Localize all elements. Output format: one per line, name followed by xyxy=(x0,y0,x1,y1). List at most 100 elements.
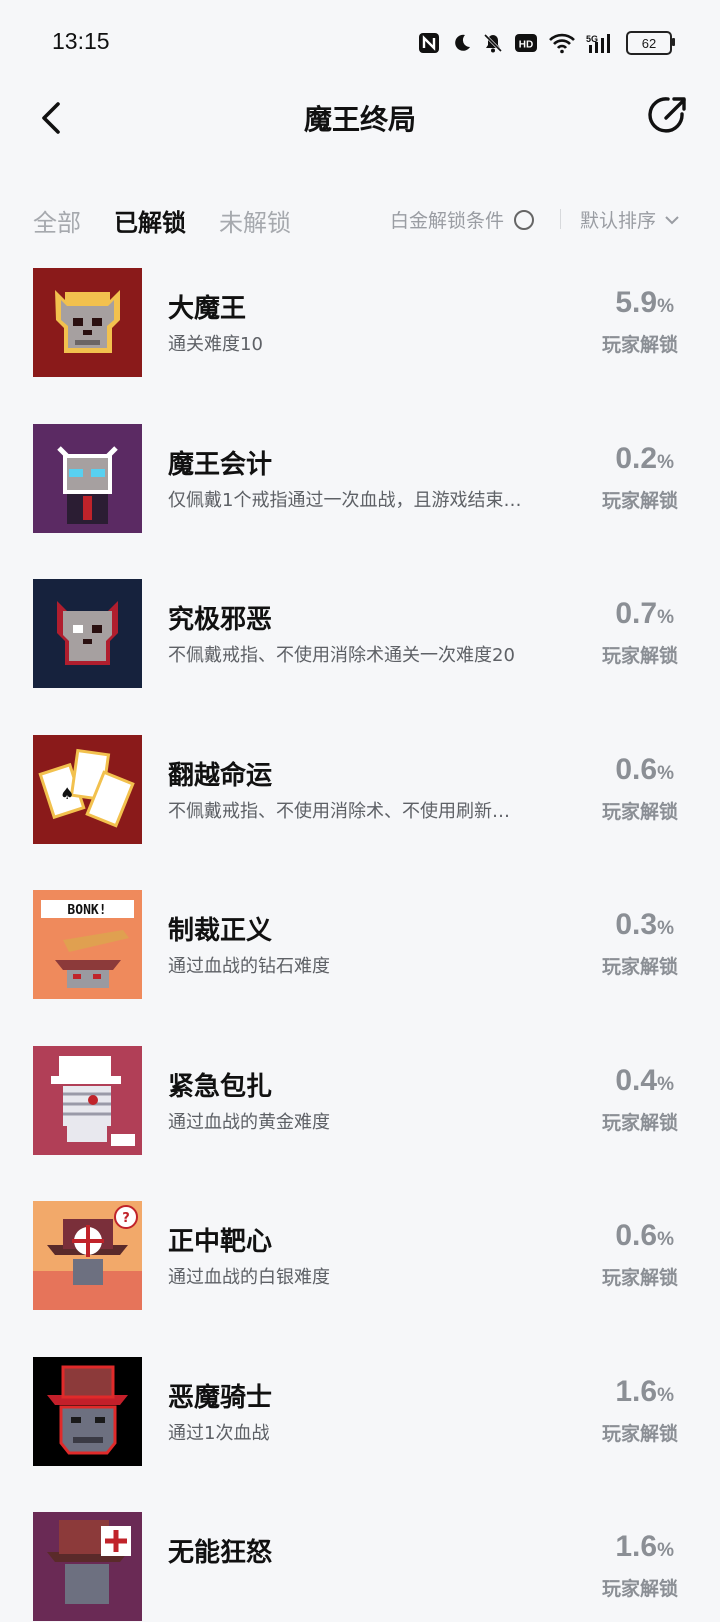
unlock-percent-unit: % xyxy=(657,296,674,317)
unlock-percent-value: 1.6 xyxy=(615,1375,658,1408)
unlock-percent-label: 玩家解锁 xyxy=(601,1423,678,1445)
achievement-row[interactable]: 大魔王 通关难度10 5.9% 玩家解锁 xyxy=(0,268,720,378)
achievement-row[interactable]: BONK! 制裁正义 通过血战的钻石难度 0.3% 玩家解锁 xyxy=(0,890,720,1000)
svg-text:HD: HD xyxy=(519,40,533,51)
achievement-desc: 通关难度10 xyxy=(168,334,263,355)
unlock-percent-unit: % xyxy=(657,452,674,473)
unlock-percent: 0.2% xyxy=(615,442,674,476)
unlock-percent-value: 5.9 xyxy=(615,286,658,319)
svg-text:?: ? xyxy=(122,1211,130,1226)
svg-text:♠: ♠ xyxy=(60,784,74,803)
unlock-percent-value: 0.4 xyxy=(615,1064,658,1097)
achievement-title: 大魔王 xyxy=(168,294,247,324)
unlock-percent: 0.7% xyxy=(615,597,674,631)
unlock-percent-unit: % xyxy=(657,1074,674,1095)
achievement-desc: 不佩戴戒指、不使用消除术通关一次难度20 xyxy=(168,645,515,666)
hd-icon: HD xyxy=(514,32,538,54)
achievement-title: 无能狂怒 xyxy=(168,1538,273,1568)
achievement-badge-icon: ♠ xyxy=(33,735,142,844)
nfc-icon xyxy=(418,32,440,54)
achievement-desc: 通过血战的白银难度 xyxy=(168,1267,330,1288)
unlock-percent-label: 玩家解锁 xyxy=(601,1267,678,1289)
divider xyxy=(560,209,561,229)
platinum-condition-toggle[interactable]: 白金解锁条件 xyxy=(390,206,535,233)
tab-unlocked[interactable]: 已解锁 xyxy=(114,203,186,238)
moon-icon xyxy=(450,32,472,54)
unlock-percent-unit: % xyxy=(657,1385,674,1406)
unlock-percent-label: 玩家解锁 xyxy=(601,956,678,978)
unlock-percent-value: 0.7 xyxy=(615,597,658,630)
achievement-badge-icon xyxy=(33,1357,142,1466)
unlock-percent-value: 0.2 xyxy=(615,442,658,475)
unlock-percent: 0.3% xyxy=(615,908,674,942)
achievement-desc: 仅佩戴1个戒指通过一次血战，且游戏结束… xyxy=(168,490,522,511)
achievement-badge-icon xyxy=(33,268,142,377)
unlock-percent-label: 玩家解锁 xyxy=(601,801,678,823)
share-button[interactable] xyxy=(646,94,690,138)
achievement-title: 制裁正义 xyxy=(168,916,273,946)
achievement-badge-icon: BONK! xyxy=(33,890,142,999)
achievement-title: 紧急包扎 xyxy=(168,1072,273,1102)
unlock-percent-value: 0.3 xyxy=(615,908,658,941)
achievement-row[interactable]: 魔王会计 仅佩戴1个戒指通过一次血战，且游戏结束… 0.2% 玩家解锁 xyxy=(0,424,720,534)
unlock-percent: 5.9% xyxy=(615,286,674,320)
unlock-percent-value: 0.6 xyxy=(615,1219,658,1252)
achievement-badge-icon xyxy=(33,579,142,688)
achievement-row[interactable]: ? 正中靶心 通过血战的白银难度 0.6% 玩家解锁 xyxy=(0,1201,720,1311)
chevron-down-icon xyxy=(665,215,679,224)
radio-circle-icon xyxy=(514,209,535,230)
filter-bar: 全部 已解锁 未解锁 白金解锁条件 默认排序 xyxy=(0,195,720,239)
unlock-percent-label: 玩家解锁 xyxy=(601,1112,678,1134)
achievement-badge-icon xyxy=(33,1046,142,1155)
achievement-row[interactable]: ♠ 翻越命运 不佩戴戒指、不使用消除术、不使用刷新… 0.6% 玩家解锁 xyxy=(0,735,720,845)
unlock-percent-label: 玩家解锁 xyxy=(601,1578,678,1600)
achievement-desc: 不佩戴戒指、不使用消除术、不使用刷新… xyxy=(168,801,510,822)
tab-all[interactable]: 全部 xyxy=(33,203,81,238)
sort-label: 默认排序 xyxy=(580,210,657,232)
unlock-percent: 1.6% xyxy=(615,1375,674,1409)
status-time: 13:15 xyxy=(52,28,110,54)
wifi-icon xyxy=(548,32,576,54)
achievement-title: 正中靶心 xyxy=(168,1227,273,1257)
unlock-percent-unit: % xyxy=(657,918,674,939)
unlock-percent-unit: % xyxy=(657,1229,674,1250)
achievement-title: 魔王会计 xyxy=(168,450,273,480)
unlock-percent-label: 玩家解锁 xyxy=(601,334,678,356)
achievement-badge-icon xyxy=(33,424,142,533)
unlock-percent-label: 玩家解锁 xyxy=(601,490,678,512)
share-icon xyxy=(648,97,686,133)
achievement-row[interactable]: 无能狂怒 1.6% 玩家解锁 xyxy=(0,1512,720,1622)
achievement-desc: 通过血战的黄金难度 xyxy=(168,1112,330,1133)
achievement-badge-icon xyxy=(33,1512,142,1621)
unlock-percent-unit: % xyxy=(657,763,674,784)
unlock-percent: 0.6% xyxy=(615,753,674,787)
achievement-title: 究极邪恶 xyxy=(168,605,273,635)
achievement-desc: 通过1次血战 xyxy=(168,1423,270,1444)
unlock-percent-unit: % xyxy=(657,607,674,628)
status-icons: HD 5G 62 xyxy=(418,28,675,58)
unlock-percent: 0.4% xyxy=(615,1064,674,1098)
svg-text:BONK!: BONK! xyxy=(67,903,106,918)
achievement-badge-icon: ? xyxy=(33,1201,142,1310)
signal-5g-icon: 5G xyxy=(586,32,616,54)
achievement-row[interactable]: 恶魔骑士 通过1次血战 1.6% 玩家解锁 xyxy=(0,1357,720,1467)
platinum-condition-label: 白金解锁条件 xyxy=(390,210,505,232)
tab-locked[interactable]: 未解锁 xyxy=(219,203,291,238)
battery-indicator: 62 xyxy=(626,31,675,55)
unlock-percent: 1.6% xyxy=(615,1530,674,1564)
achievement-row[interactable]: 紧急包扎 通过血战的黄金难度 0.4% 玩家解锁 xyxy=(0,1046,720,1156)
achievement-title: 翻越命运 xyxy=(168,761,273,791)
achievement-title: 恶魔骑士 xyxy=(168,1383,273,1413)
page-title: 魔王终局 xyxy=(303,103,416,136)
unlock-percent-label: 玩家解锁 xyxy=(601,645,678,667)
sort-select[interactable]: 默认排序 xyxy=(580,206,680,233)
achievement-desc: 通过血战的钻石难度 xyxy=(168,956,330,977)
unlock-percent-value: 1.6 xyxy=(615,1530,658,1563)
bell-off-icon xyxy=(482,32,504,54)
unlock-percent-value: 0.6 xyxy=(615,753,658,786)
status-bar: 13:15 HD 5G 62 xyxy=(0,0,720,86)
achievement-row[interactable]: 究极邪恶 不佩戴戒指、不使用消除术通关一次难度20 0.7% 玩家解锁 xyxy=(0,579,720,689)
unlock-percent: 0.6% xyxy=(615,1219,674,1253)
nav-bar: 魔王终局 xyxy=(0,86,720,186)
unlock-percent-unit: % xyxy=(657,1540,674,1561)
